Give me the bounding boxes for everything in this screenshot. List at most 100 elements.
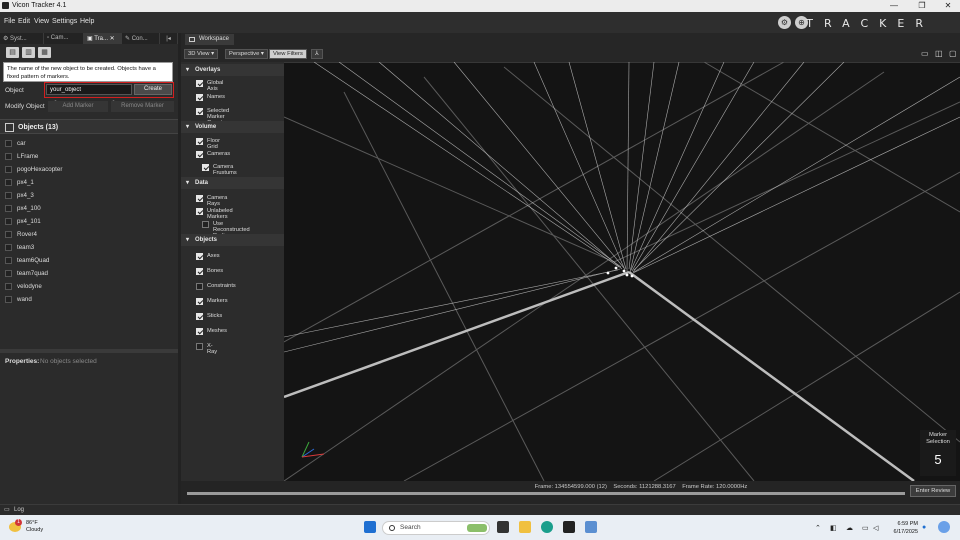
layout-split-icon[interactable]: ◫ (935, 49, 943, 58)
object-row[interactable]: team6Quad (5, 255, 175, 268)
start-icon[interactable] (364, 521, 376, 533)
object-row[interactable]: car (5, 138, 175, 151)
object-checkbox[interactable] (5, 244, 12, 251)
object-checkbox[interactable] (5, 283, 12, 290)
task-view-icon[interactable] (497, 521, 509, 533)
object-row[interactable]: team3 (5, 242, 175, 255)
checkbox[interactable] (196, 313, 203, 320)
checkbox[interactable] (196, 253, 203, 260)
layout-single-icon[interactable]: ▭ (921, 49, 929, 58)
section-overlays[interactable]: ▾ Overlays (181, 64, 284, 76)
checkbox[interactable] (196, 208, 203, 215)
folder-icon[interactable]: ▥ (22, 47, 35, 58)
object-checkbox[interactable] (5, 166, 12, 173)
security-icon[interactable]: ◧ (830, 524, 837, 532)
object-checkbox[interactable] (5, 192, 12, 199)
section-data[interactable]: ▾ Data (181, 177, 284, 189)
settings-gear-icon[interactable]: ⚙ (778, 16, 791, 29)
checkbox[interactable] (196, 268, 203, 275)
object-row[interactable]: Rover4 (5, 229, 175, 242)
object-checkbox[interactable] (5, 153, 12, 160)
speaker-icon[interactable]: ◁ (873, 524, 878, 532)
object-row[interactable]: px4_100 (5, 203, 175, 216)
tab-system[interactable]: ⚙ Syst... (0, 33, 44, 44)
checkbox[interactable] (196, 298, 203, 305)
maximize-button[interactable]: ❐ (912, 1, 932, 10)
menu-edit[interactable]: Edit (18, 18, 30, 25)
collapse-panel-icon[interactable]: |◂ (160, 33, 178, 44)
object-label: team3 (17, 244, 35, 251)
object-row[interactable]: pogoHexacopter (5, 164, 175, 177)
view-type-select[interactable]: 3D View ▾ (184, 49, 219, 59)
tab-tracker[interactable]: ▣ Tra... ✕ (84, 33, 122, 44)
properties-label: Properties: (5, 358, 40, 365)
create-button[interactable]: Create (134, 84, 172, 95)
add-marker-button[interactable]: Add Marker (48, 101, 108, 112)
frame-info: Frame: 134554599.000 (12) Seconds: 11212… (534, 484, 748, 490)
checkbox[interactable] (196, 283, 203, 290)
menu-file[interactable]: File (4, 18, 15, 25)
log-label[interactable]: Log (14, 507, 24, 513)
copilot-icon[interactable] (938, 521, 950, 533)
timeline-track[interactable] (187, 492, 905, 495)
object-row[interactable]: team7quad (5, 268, 175, 281)
checkbox[interactable] (202, 164, 209, 171)
object-checkbox[interactable] (5, 231, 12, 238)
checkbox[interactable] (196, 195, 203, 202)
display-icon[interactable]: ▭ (862, 524, 869, 532)
checkbox[interactable] (196, 343, 203, 350)
edge-icon[interactable] (541, 521, 553, 533)
3d-viewport[interactable] (284, 62, 960, 481)
minimize-button[interactable]: — (884, 1, 904, 10)
maximize-view-icon[interactable]: ▢ (949, 49, 957, 58)
object-checkbox[interactable] (5, 179, 12, 186)
object-checkbox[interactable] (5, 205, 12, 212)
menu-help[interactable]: Help (80, 18, 94, 25)
clock[interactable]: 6:59 PM 6/17/2025 (888, 520, 918, 536)
projection-select[interactable]: Perspective ▾ (225, 49, 268, 59)
section-objects[interactable]: ▾ Objects (181, 234, 284, 246)
notification-bell-icon[interactable]: ● (922, 524, 926, 531)
object-row[interactable]: velodyne (5, 281, 175, 294)
object-checkbox[interactable] (5, 296, 12, 303)
view-filters-button[interactable]: View Filters (269, 49, 307, 59)
object-row[interactable]: LFrame (5, 151, 175, 164)
taskbar-search[interactable]: Search (382, 521, 490, 535)
menu-settings[interactable]: Settings (52, 18, 77, 25)
file-explorer-icon[interactable] (519, 521, 531, 533)
global-axis-gizmo (301, 441, 325, 458)
checkbox[interactable] (196, 94, 203, 101)
tab-camera[interactable]: ▫ Cam... (44, 33, 84, 44)
checkbox[interactable] (202, 221, 209, 228)
menu-bar: File Edit View Settings Help ⚙ ⊕ TRACKER (0, 12, 960, 33)
search-highlight-icon (467, 524, 487, 532)
menu-view[interactable]: View (34, 18, 49, 25)
network-app-icon[interactable] (585, 521, 597, 533)
object-checkbox[interactable] (5, 270, 12, 277)
checkbox[interactable] (196, 151, 203, 158)
save-icon[interactable]: ▦ (38, 47, 51, 58)
axes-icon[interactable]: ⅄ (311, 49, 323, 59)
object-checkbox[interactable] (5, 257, 12, 264)
remove-marker-button[interactable]: Remove Marker (111, 101, 174, 112)
close-button[interactable]: ✕ (938, 1, 958, 10)
chevron-up-icon[interactable]: ⌃ (815, 524, 821, 532)
checkbox[interactable] (196, 328, 203, 335)
tab-workspace[interactable]: Workspace (185, 34, 234, 45)
section-volume[interactable]: ▾ Volume (181, 121, 284, 133)
object-row[interactable]: px4_3 (5, 190, 175, 203)
object-row[interactable]: wand (5, 294, 175, 307)
object-checkbox[interactable] (5, 140, 12, 147)
object-row[interactable]: px4_1 (5, 177, 175, 190)
open-folder-icon[interactable]: ▤ (6, 47, 19, 58)
object-name-input[interactable] (46, 84, 132, 95)
cloud-icon[interactable]: ☁ (846, 524, 853, 532)
object-checkbox[interactable] (5, 218, 12, 225)
checkbox[interactable] (196, 138, 203, 145)
tab-connections[interactable]: ✎ Con... (122, 33, 160, 44)
checkbox[interactable] (196, 108, 203, 115)
enter-review-button[interactable]: Enter Review (910, 485, 956, 497)
vicon-app-icon[interactable] (563, 521, 575, 533)
object-row[interactable]: px4_101 (5, 216, 175, 229)
checkbox[interactable] (196, 80, 203, 87)
